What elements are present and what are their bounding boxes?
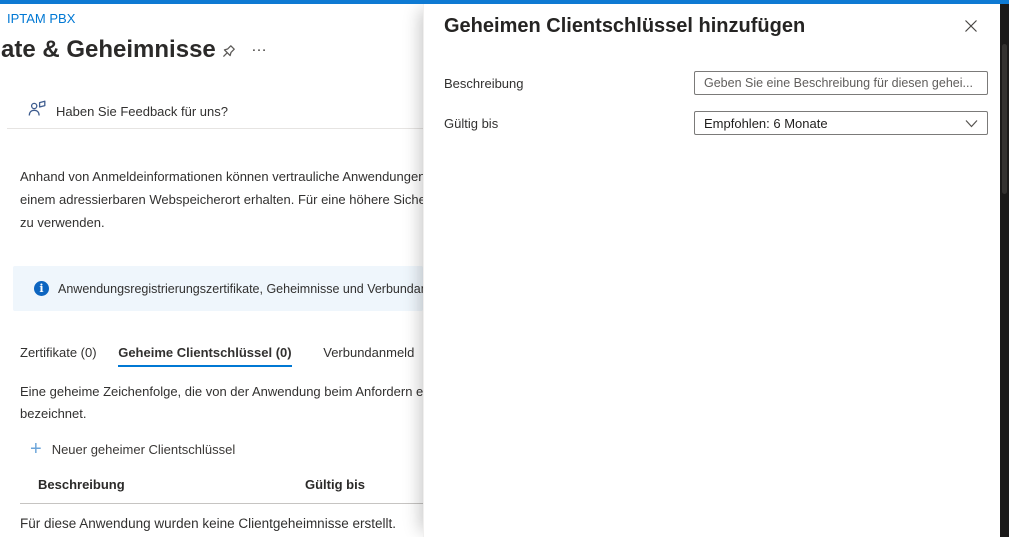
- expires-field-label: Gültig bis: [444, 116, 498, 131]
- top-accent-bar: [0, 0, 1009, 4]
- intro-text: Anhand von Anmeldeinformationen können v…: [20, 165, 437, 234]
- column-header-description: Beschreibung: [38, 477, 125, 492]
- description-input[interactable]: [694, 71, 988, 95]
- info-banner-text: Anwendungsregistrierungszertifikate, Geh…: [58, 282, 423, 296]
- app-window: IPTAM PBX ate & Geheimnisse …: [0, 0, 1009, 537]
- description-field-label: Beschreibung: [444, 76, 524, 91]
- panel-title: Geheimen Clientschlüssel hinzufügen: [444, 13, 805, 40]
- expires-dropdown-value: Empfohlen: 6 Monate: [704, 116, 828, 131]
- close-icon[interactable]: [960, 15, 982, 37]
- table-header-divider: [20, 503, 423, 504]
- new-client-secret-label: Neuer geheimer Clientschlüssel: [52, 442, 236, 457]
- chevron-down-icon: [965, 119, 978, 128]
- plus-icon: +: [30, 439, 42, 459]
- feedback-link[interactable]: Haben Sie Feedback für uns?: [27, 99, 228, 124]
- breadcrumb-app-link[interactable]: IPTAM PBX: [7, 11, 75, 26]
- section-divider: [7, 128, 423, 129]
- info-banner: i Anwendungsregistrierungszertifikate, G…: [13, 266, 423, 311]
- tab-certificates[interactable]: Zertifikate (0): [20, 345, 97, 365]
- info-icon: i: [34, 281, 49, 296]
- table-empty-message: Für diese Anwendung wurden keine Clientg…: [20, 516, 396, 531]
- page-title: ate & Geheimnisse: [1, 36, 216, 64]
- client-secret-description: Eine geheime Zeichenfolge, die von der A…: [20, 381, 423, 425]
- new-client-secret-button[interactable]: + Neuer geheimer Clientschlüssel: [30, 439, 235, 459]
- feedback-icon: [27, 99, 47, 124]
- add-client-secret-panel: Geheimen Clientschlüssel hinzufügen Besc…: [423, 4, 1000, 537]
- tab-federated-credentials[interactable]: Verbundanmeld: [323, 345, 414, 365]
- column-header-expires: Gültig bis: [305, 477, 365, 492]
- tab-bar: Zertifikate (0) Geheime Clientschlüssel …: [20, 345, 414, 367]
- feedback-label: Haben Sie Feedback für uns?: [56, 104, 228, 119]
- tab-client-secrets[interactable]: Geheime Clientschlüssel (0): [118, 345, 291, 367]
- expires-dropdown[interactable]: Empfohlen: 6 Monate: [694, 111, 988, 135]
- more-menu-icon[interactable]: …: [251, 38, 268, 56]
- browser-scrollbar[interactable]: [1000, 4, 1009, 537]
- pin-icon[interactable]: [218, 42, 238, 62]
